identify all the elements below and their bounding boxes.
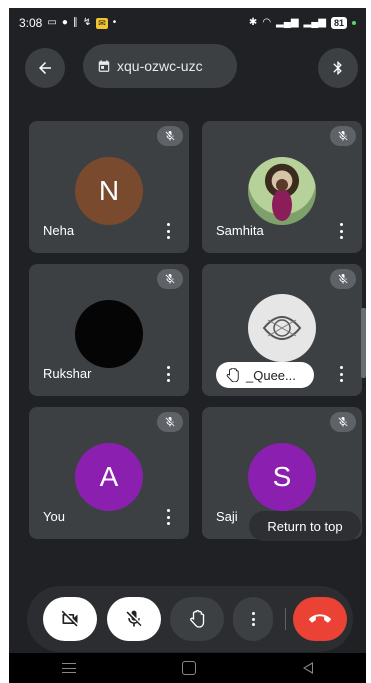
wifi-calling-icon: ∥: [72, 17, 78, 28]
avatar-photo: [248, 294, 316, 362]
meet-screen: 3:08 ▭ ● ∥ ↯ ✉ • ✱ ◠ ▂▄▆ ▂▄▆ 81 xqu-ozwc…: [9, 8, 366, 683]
call-controls: [27, 586, 353, 652]
controls-divider: [285, 608, 286, 630]
avatar: S: [248, 443, 316, 511]
end-call-button[interactable]: [293, 597, 347, 641]
meeting-code: xqu-ozwc-uzc: [117, 58, 203, 74]
participant-tile[interactable]: Rukshar: [29, 264, 189, 396]
bluetooth-icon: [333, 61, 342, 75]
calendar-icon: [97, 59, 111, 73]
system-nav-bar: [9, 653, 366, 683]
participant-name: You: [43, 509, 65, 524]
mic-off-icon: [330, 412, 356, 432]
participant-tile[interactable]: N Neha: [29, 121, 189, 253]
camera-toggle-button[interactable]: [43, 597, 97, 641]
raise-hand-button[interactable]: [170, 597, 224, 641]
mic-off-icon: [157, 269, 183, 289]
participant-name: _Quee...: [246, 367, 296, 383]
mic-off-icon: [126, 610, 142, 627]
more-options-button[interactable]: [233, 597, 273, 641]
more-vert-icon[interactable]: [338, 223, 344, 239]
participant-tile[interactable]: _Quee...: [202, 264, 362, 396]
privacy-dot-icon: [352, 21, 356, 25]
raised-hand-icon: [226, 368, 239, 382]
mic-off-icon: [330, 269, 356, 289]
raised-hand-icon: [190, 609, 205, 628]
back-nav-icon[interactable]: [302, 662, 313, 674]
battery-icon: 81: [330, 17, 347, 29]
more-vert-icon[interactable]: [165, 509, 171, 525]
more-vert-icon: [251, 612, 255, 626]
participant-tile[interactable]: A You: [29, 407, 189, 539]
participant-name: Samhita: [216, 223, 264, 238]
more-vert-icon[interactable]: [165, 366, 171, 382]
recent-apps-icon[interactable]: [62, 663, 77, 673]
avatar: A: [75, 443, 143, 511]
more-vert-icon[interactable]: [165, 223, 171, 239]
bluetooth-icon: ✱: [248, 17, 258, 28]
audio-output-button[interactable]: [318, 48, 358, 88]
meeting-info-chip[interactable]: xqu-ozwc-uzc: [83, 44, 237, 88]
wifi-icon: ◠: [262, 17, 272, 28]
arrow-left-icon: [39, 62, 51, 74]
back-button[interactable]: [25, 48, 65, 88]
video-off-icon: [61, 610, 78, 627]
notification-badge-icon: ✉: [96, 17, 108, 29]
mic-off-icon: [157, 126, 183, 146]
status-time: 3:08: [19, 16, 43, 30]
return-to-top-button[interactable]: Return to top: [249, 511, 361, 541]
dot-icon: •: [112, 17, 117, 28]
cast-icon: ▭: [47, 17, 57, 28]
scrollbar-handle[interactable]: [361, 308, 366, 378]
participant-name: Neha: [43, 223, 75, 238]
avatar: N: [75, 157, 143, 225]
chat-icon: ●: [61, 17, 68, 28]
more-vert-icon[interactable]: [338, 366, 344, 382]
participant-name: Rukshar: [43, 366, 92, 381]
mic-toggle-button[interactable]: [107, 597, 161, 641]
mic-off-icon: [157, 412, 183, 432]
home-icon[interactable]: [182, 661, 197, 675]
participant-name: Saji: [216, 509, 238, 524]
avatar-photo: [75, 300, 143, 368]
signal-icon: ▂▄▆: [276, 17, 299, 28]
participant-tile[interactable]: Samhita: [202, 121, 362, 253]
mic-off-icon: [330, 126, 356, 146]
vibrate-icon: ↯: [82, 17, 92, 28]
signal-icon-2: ▂▄▆: [303, 17, 326, 28]
call-end-icon: [309, 614, 331, 623]
raised-hand-chip: _Quee...: [216, 362, 314, 388]
avatar-photo: [248, 157, 316, 225]
status-bar: 3:08 ▭ ● ∥ ↯ ✉ • ✱ ◠ ▂▄▆ ▂▄▆ 81: [9, 8, 366, 38]
